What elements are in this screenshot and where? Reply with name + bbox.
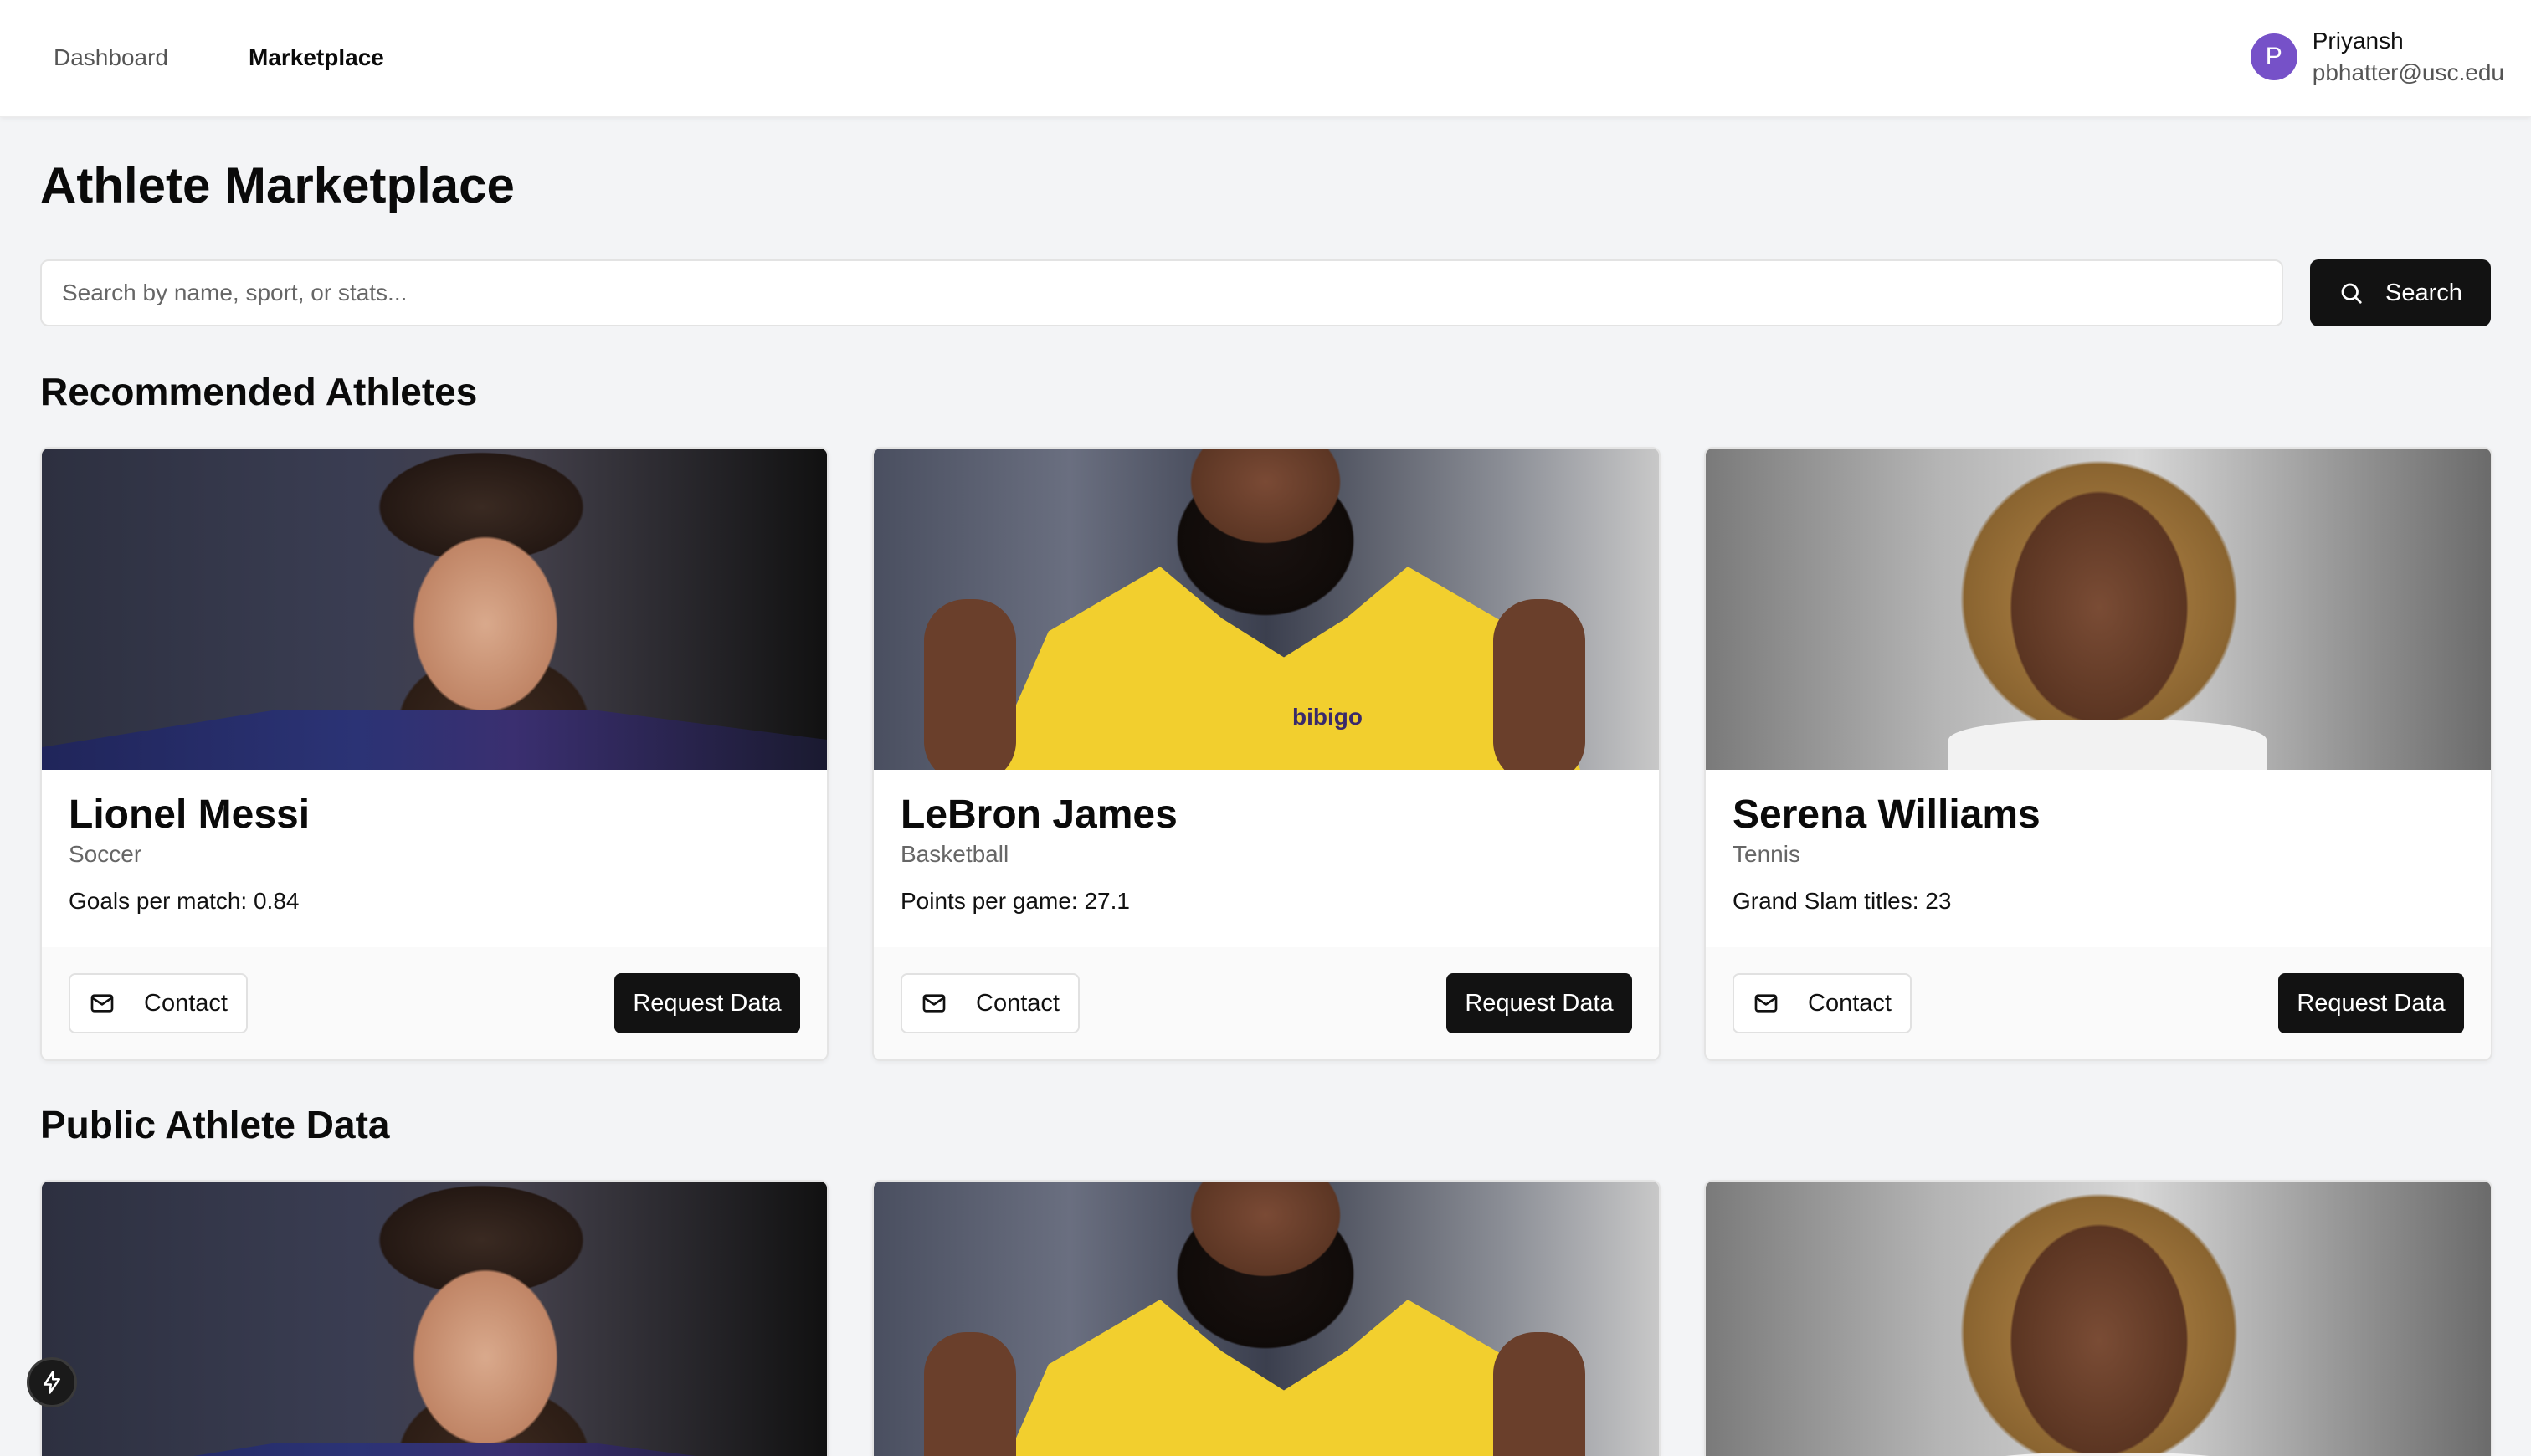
contact-button-label: Contact — [1808, 989, 1892, 1017]
card-body: Lionel Messi Soccer Goals per match: 0.8… — [42, 770, 827, 947]
search-button-label: Search — [2385, 279, 2462, 306]
nav-dashboard-link[interactable]: Dashboard — [54, 44, 168, 72]
athlete-photo — [1706, 1182, 2491, 1456]
search-icon — [2341, 283, 2362, 304]
mail-icon — [90, 994, 114, 1013]
section-title-public: Public Athlete Data — [40, 1103, 390, 1146]
athlete-sport: Basketball — [901, 841, 1009, 867]
athlete-sport: Soccer — [69, 841, 142, 867]
request-data-button[interactable]: Request Data — [2278, 973, 2464, 1033]
card-footer: Contact Request Data — [42, 947, 827, 1059]
athlete-card: Serena Williams Tennis Grand Slam titles… — [1704, 447, 2492, 1061]
athlete-photo — [1706, 449, 2491, 770]
mail-icon — [922, 994, 946, 1013]
athlete-stat: Points per game: 27.1 — [901, 888, 1130, 914]
contact-button-label: Contact — [976, 989, 1060, 1017]
avatar: P — [2250, 33, 2297, 80]
athlete-photo: bibigo — [874, 449, 1659, 770]
request-data-button[interactable]: Request Data — [1446, 973, 1632, 1033]
athlete-card: bibigo LeBron James Basketball Points pe… — [872, 447, 1661, 1061]
search-button[interactable]: Search — [2310, 259, 2491, 326]
athlete-photo — [874, 1182, 1659, 1456]
contact-button[interactable]: Contact — [901, 973, 1080, 1033]
user-info: Priyansh pbhatter@usc.edu — [2313, 25, 2504, 89]
dev-tools-button[interactable] — [27, 1357, 77, 1407]
contact-button[interactable]: Contact — [1733, 973, 1912, 1033]
user-name: Priyansh — [2312, 28, 2404, 54]
section-title-recommended: Recommended Athletes — [40, 370, 478, 413]
athlete-name: Lionel Messi — [69, 792, 311, 837]
page-title: Athlete Marketplace — [40, 157, 515, 213]
athlete-card — [872, 1180, 1661, 1456]
recommended-athletes-row: Lionel Messi Soccer Goals per match: 0.8… — [40, 447, 2492, 1061]
user-email: pbhatter@usc.edu — [2312, 59, 2504, 85]
jersey-sponsor-text: bibigo — [1292, 704, 1363, 730]
card-footer: Contact Request Data — [1706, 947, 2491, 1059]
athlete-name: Serena Williams — [1733, 792, 2041, 837]
athlete-stat: Grand Slam titles: 23 — [1733, 888, 1952, 914]
mail-icon — [1754, 994, 1778, 1013]
user-profile[interactable]: P Priyansh pbhatter@usc.edu — [2250, 25, 2504, 89]
athlete-name: LeBron James — [901, 792, 1178, 837]
top-navigation-bar: Dashboard Marketplace P Priyansh pbhatte… — [0, 0, 2531, 117]
athlete-card — [40, 1180, 829, 1456]
search-input[interactable] — [40, 259, 2283, 326]
athlete-sport: Tennis — [1733, 841, 1800, 867]
card-footer: Contact Request Data — [874, 947, 1659, 1059]
athlete-stat: Goals per match: 0.84 — [69, 888, 300, 914]
lightning-icon — [44, 1371, 60, 1394]
athlete-card — [1704, 1180, 2492, 1456]
request-data-button[interactable]: Request Data — [614, 973, 800, 1033]
athlete-photo — [42, 1182, 827, 1456]
athlete-photo — [42, 449, 827, 770]
nav-marketplace-link[interactable]: Marketplace — [249, 44, 384, 72]
public-athletes-row — [40, 1180, 2492, 1456]
contact-button[interactable]: Contact — [69, 973, 248, 1033]
athlete-card: Lionel Messi Soccer Goals per match: 0.8… — [40, 447, 829, 1061]
card-body: Serena Williams Tennis Grand Slam titles… — [1706, 770, 2491, 947]
contact-button-label: Contact — [144, 989, 228, 1017]
card-body: LeBron James Basketball Points per game:… — [874, 770, 1659, 947]
